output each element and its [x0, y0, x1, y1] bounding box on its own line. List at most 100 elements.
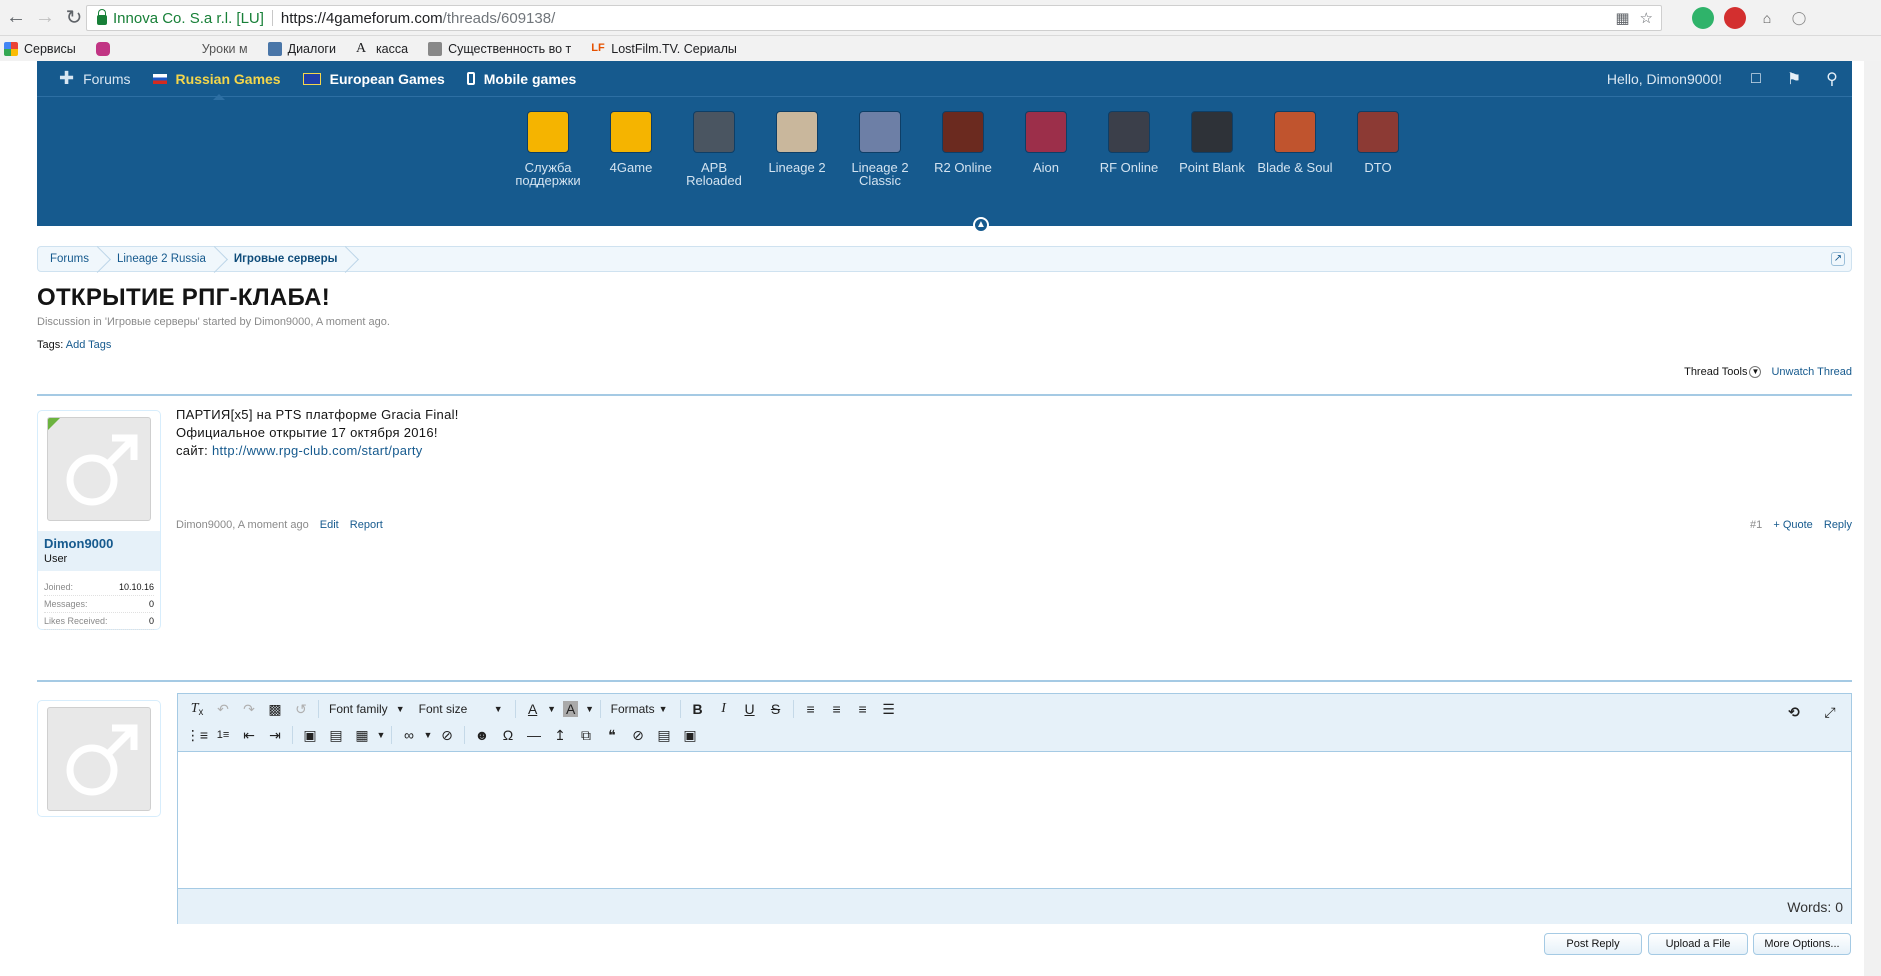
bookmark-instagram[interactable]: [92, 41, 116, 56]
breadcrumb-game-servers[interactable]: Игровые серверы: [222, 247, 354, 271]
game-5[interactable]: R2 Online: [923, 111, 1003, 174]
avatar[interactable]: [47, 417, 151, 521]
chevron-down-icon[interactable]: ▼: [584, 698, 596, 720]
add-tags-link[interactable]: Add Tags: [66, 339, 112, 351]
site-link[interactable]: http://www.rpg-club.com/start/party: [212, 443, 423, 458]
post-author-time[interactable]: Dimon9000, A moment ago: [176, 519, 309, 531]
fullscreen-icon[interactable]: ⤢: [1817, 701, 1843, 723]
extension-home-icon[interactable]: ⌂: [1756, 7, 1778, 29]
forward-icon[interactable]: →: [32, 5, 58, 31]
message-textarea[interactable]: [178, 752, 1851, 888]
game-0[interactable]: Служба поддержки: [508, 111, 588, 187]
game-7[interactable]: RF Online: [1089, 111, 1169, 174]
align-center-icon[interactable]: ≡: [824, 698, 850, 720]
table-icon[interactable]: ▦: [349, 724, 375, 746]
chevron-down-icon[interactable]: ▼: [422, 724, 434, 746]
outdent-icon[interactable]: ⇤: [236, 724, 262, 746]
background-color-icon[interactable]: A: [558, 698, 584, 720]
align-right-icon[interactable]: ≡: [850, 698, 876, 720]
nav-european-games[interactable]: European Games: [302, 71, 445, 87]
numbered-list-icon[interactable]: 1≡: [210, 724, 236, 746]
clear-format-icon[interactable]: Tₓ: [184, 698, 210, 720]
extension-adblock-icon[interactable]: [1724, 7, 1746, 29]
search-icon[interactable]: ⚲: [1822, 69, 1842, 89]
formats-select[interactable]: Formats ▼: [605, 698, 676, 720]
extension-shield-icon[interactable]: ◯: [1788, 7, 1810, 29]
extension-grammarly-icon[interactable]: [1692, 7, 1714, 29]
address-bar[interactable]: Innova Co. S.a r.l. [LU] https://4gamefo…: [86, 5, 1662, 31]
horizontal-rule-icon[interactable]: —: [521, 724, 547, 746]
justify-icon[interactable]: ☰: [876, 698, 902, 720]
report-link[interactable]: Report: [350, 519, 383, 531]
restore-draft-icon[interactable]: ↺: [288, 698, 314, 720]
bookmark-lostfilm[interactable]: LF LostFilm.TV. Сериалы: [587, 42, 737, 56]
align-left-icon[interactable]: ≡: [798, 698, 824, 720]
conversations-icon[interactable]: □: [1746, 69, 1766, 89]
smilies-icon[interactable]: ☻: [469, 724, 495, 746]
post-number[interactable]: #1: [1750, 519, 1762, 531]
chevron-down-icon[interactable]: ▼: [375, 724, 387, 746]
game-6[interactable]: Aion: [1006, 111, 1086, 174]
nav-russian-games[interactable]: Russian Games: [152, 71, 281, 100]
upload-icon[interactable]: ↥: [547, 724, 573, 746]
redo-icon[interactable]: ↷: [236, 698, 262, 720]
reply-link[interactable]: Reply: [1824, 519, 1852, 531]
bookmark-dialogs[interactable]: Диалоги: [264, 41, 336, 56]
game-1[interactable]: 4Game: [591, 111, 671, 174]
translate-icon[interactable]: ▦: [1615, 9, 1629, 27]
thread-tools-menu[interactable]: Thread Tools ▼: [1684, 366, 1762, 378]
underline-icon[interactable]: U: [737, 698, 763, 720]
bookmark-essence[interactable]: Существенность во т: [424, 41, 571, 56]
font-family-select[interactable]: Font family ▼: [323, 698, 413, 720]
breadcrumb-lineage2-russia[interactable]: Lineage 2 Russia: [105, 247, 222, 271]
star-icon[interactable]: ☆: [1640, 9, 1653, 27]
nav-forums[interactable]: ✚ Forums: [59, 68, 131, 89]
undo-icon[interactable]: ↶: [210, 698, 236, 720]
game-2[interactable]: APB Reloaded: [674, 111, 754, 187]
game-3[interactable]: Lineage 2: [757, 111, 837, 174]
quote-link[interactable]: + Quote: [1773, 519, 1812, 531]
draft-icon[interactable]: ▤: [651, 724, 677, 746]
italic-icon[interactable]: I: [711, 698, 737, 720]
indent-icon[interactable]: ⇥: [262, 724, 288, 746]
special-chars-icon[interactable]: Ω: [495, 724, 521, 746]
edit-link[interactable]: Edit: [320, 519, 339, 531]
more-options-button[interactable]: More Options...: [1753, 933, 1851, 955]
spoiler-icon[interactable]: ⊘: [625, 724, 651, 746]
unlink-icon[interactable]: ⊘: [434, 724, 460, 746]
save-draft-icon[interactable]: ▣: [677, 724, 703, 746]
collapse-header-icon[interactable]: ▲: [973, 217, 989, 233]
bbcode-toggle-icon[interactable]: ⟲: [1781, 701, 1807, 723]
media-icon[interactable]: ▤: [323, 724, 349, 746]
font-size-select[interactable]: Font size ▼: [413, 698, 511, 720]
page-scrollbar[interactable]: [1864, 61, 1881, 976]
post-reply-button[interactable]: Post Reply: [1544, 933, 1642, 955]
bookmark-lessons[interactable]: Уроки м: [202, 42, 248, 56]
alerts-bell-icon[interactable]: ⚑: [1784, 69, 1804, 89]
jump-to-icon[interactable]: ↗: [1831, 252, 1845, 266]
text-color-icon[interactable]: A: [520, 698, 546, 720]
game-8[interactable]: Point Blank: [1172, 111, 1252, 174]
code-icon[interactable]: ⧉: [573, 724, 599, 746]
reload-icon[interactable]: ↻: [61, 5, 87, 31]
link-icon[interactable]: ∞: [396, 724, 422, 746]
image-icon[interactable]: ▣: [297, 724, 323, 746]
chevron-down-icon[interactable]: ▼: [546, 698, 558, 720]
nav-mobile-games[interactable]: Mobile games: [466, 71, 576, 87]
game-4[interactable]: Lineage 2 Classic: [840, 111, 920, 187]
upload-file-button[interactable]: Upload a File: [1648, 933, 1748, 955]
bookmark-services[interactable]: Сервисы: [0, 41, 76, 56]
breadcrumb-forums[interactable]: Forums: [38, 247, 105, 271]
quote-icon[interactable]: ❝: [599, 724, 625, 746]
bullet-list-icon[interactable]: ⋮≡: [184, 724, 210, 746]
paste-icon[interactable]: ▩: [262, 698, 288, 720]
user-greeting[interactable]: Hello, Dimon9000!: [1607, 71, 1722, 87]
bold-icon[interactable]: B: [685, 698, 711, 720]
game-9[interactable]: Blade & Soul: [1255, 111, 1335, 174]
game-10[interactable]: DTO: [1338, 111, 1418, 174]
username[interactable]: Dimon9000: [44, 536, 154, 551]
bookmark-kassa[interactable]: Aкасса: [352, 41, 408, 56]
strikethrough-icon[interactable]: S: [763, 698, 789, 720]
back-icon[interactable]: ←: [3, 5, 29, 31]
unwatch-thread-link[interactable]: Unwatch Thread: [1771, 366, 1852, 378]
